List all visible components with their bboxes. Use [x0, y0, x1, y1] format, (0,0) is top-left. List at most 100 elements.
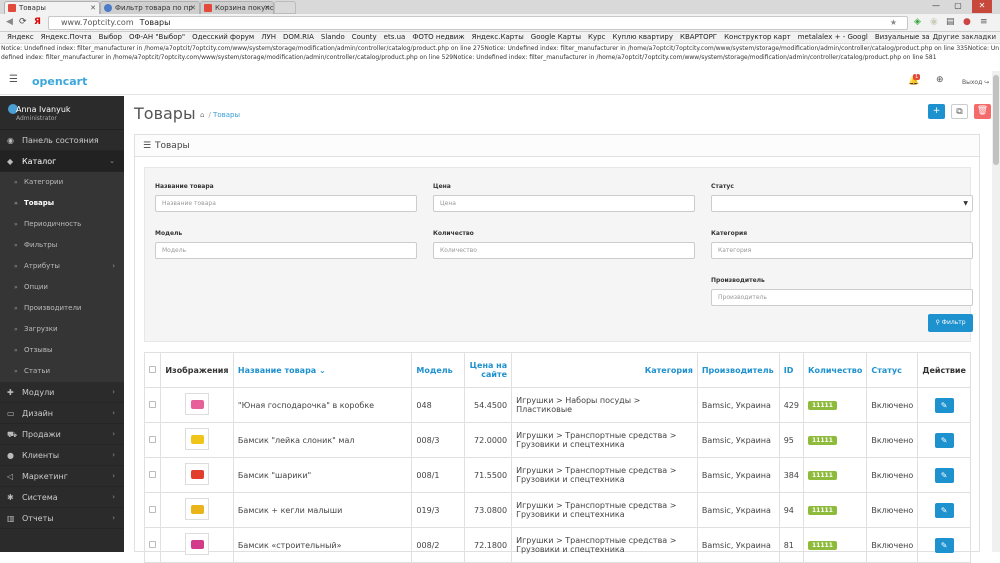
bookmark-item[interactable]: County: [352, 32, 377, 43]
sidebar-item-articles[interactable]: » Статьи: [0, 361, 124, 382]
extension-icon[interactable]: ◉: [930, 17, 938, 27]
col-price[interactable]: Цена на сайте: [463, 352, 513, 388]
sidebar-item-recurring[interactable]: » Периодичность: [0, 214, 124, 235]
sidebar-item-marketing[interactable]: ◁ Маркетинг ›: [0, 466, 124, 487]
close-tab-icon[interactable]: ✕: [190, 2, 196, 14]
bookmark-item[interactable]: Куплю квартиру: [612, 32, 673, 43]
tab-favicon-icon: [104, 4, 112, 12]
close-tab-icon[interactable]: ✕: [264, 2, 270, 14]
bookmark-item[interactable]: КВАРТОРГ: [680, 32, 717, 43]
sidebar-item-manufacturers[interactable]: » Производители: [0, 298, 124, 319]
delete-button[interactable]: 🗑: [974, 104, 991, 119]
bookmark-item[interactable]: Яндекс: [7, 32, 34, 43]
bookmark-item[interactable]: Яндекс.Карты: [472, 32, 524, 43]
star-icon[interactable]: ★: [890, 17, 897, 29]
breadcrumb-link[interactable]: Товары: [213, 111, 240, 119]
row-checkbox[interactable]: [144, 457, 161, 493]
col-quantity[interactable]: Количество: [802, 352, 868, 388]
browser-tab[interactable]: Фильтр товара по пр ✕: [100, 1, 200, 14]
col-name[interactable]: Название товара ⌄: [232, 352, 413, 388]
browser-tab[interactable]: Товары ✕: [4, 1, 100, 14]
menu-toggle-icon[interactable]: ☰: [9, 74, 18, 85]
bookmark-item[interactable]: Google Карты: [531, 32, 581, 43]
filter-qty-input[interactable]: Количество: [433, 242, 695, 259]
sidebar-item-categories[interactable]: » Категории: [0, 172, 124, 193]
other-bookmarks[interactable]: Другие закладки: [928, 32, 996, 43]
row-checkbox[interactable]: [144, 527, 161, 563]
filter-status-select[interactable]: ▼: [711, 195, 973, 212]
filter-name-input[interactable]: Название товара: [155, 195, 417, 212]
filter-price-input[interactable]: Цена: [433, 195, 695, 212]
globe-icon[interactable]: ⊕: [936, 75, 944, 85]
browser-tab[interactable]: Корзина покупок ✕: [200, 1, 274, 14]
bookmark-item[interactable]: ets.ua: [384, 32, 406, 43]
sidebar-item-attributes[interactable]: » Атрибуты ›: [0, 256, 124, 277]
bookmark-item[interactable]: Конструктор карт: [724, 32, 791, 43]
add-button[interactable]: +: [928, 104, 945, 119]
col-id[interactable]: ID: [778, 352, 805, 388]
sidebar-item-products[interactable]: » Товары: [0, 193, 124, 214]
bookmark-item[interactable]: ФОТО недвиж: [412, 32, 464, 43]
reload-icon[interactable]: ⟳: [19, 17, 27, 27]
product-name: Бамсик «строительный»: [232, 527, 413, 563]
sidebar-item-reviews[interactable]: » Отзывы: [0, 340, 124, 361]
filter-manufacturer-input[interactable]: Производитель: [711, 289, 973, 306]
sidebar-item-design[interactable]: ▭ Дизайн ›: [0, 403, 124, 424]
edit-button[interactable]: ✎: [934, 432, 954, 448]
col-status[interactable]: Статус: [866, 352, 919, 388]
opencart-logo[interactable]: opencart: [32, 75, 87, 88]
menu-icon[interactable]: ≡: [980, 17, 988, 27]
bookmark-item[interactable]: Одесский форум: [192, 32, 254, 43]
scrollbar-thumb[interactable]: [993, 75, 999, 165]
bookmark-item[interactable]: metalalex + - Googl: [798, 32, 868, 43]
col-model[interactable]: Модель: [411, 352, 465, 388]
edit-button[interactable]: ✎: [934, 467, 954, 483]
logout-link[interactable]: Выход ↪: [962, 79, 989, 86]
back-icon[interactable]: ◀: [6, 17, 13, 27]
bookmark-item[interactable]: Курс: [588, 32, 605, 43]
filter-category-input[interactable]: Категория: [711, 242, 973, 259]
sidebar-item-system[interactable]: ✱ Система ›: [0, 487, 124, 508]
product-price: 73.0800: [463, 492, 513, 528]
maximize-icon[interactable]: ▢: [948, 0, 968, 13]
shield-icon[interactable]: ◈: [914, 17, 921, 27]
row-checkbox[interactable]: [144, 492, 161, 528]
sidebar-item-options[interactable]: » Опции: [0, 277, 124, 298]
select-all-checkbox[interactable]: [144, 352, 161, 388]
filter-button[interactable]: ⚲ Фильтр: [928, 314, 973, 332]
new-tab-button[interactable]: [274, 1, 296, 14]
bookmark-item[interactable]: ОФ-АН "Выбор": [129, 32, 185, 43]
edit-button[interactable]: ✎: [934, 537, 954, 553]
col-category[interactable]: Категория: [511, 352, 698, 388]
sidebar-item-customers[interactable]: ● Клиенты ›: [0, 445, 124, 466]
bookmark-item[interactable]: ЛУН: [261, 32, 276, 43]
sidebar-item-downloads[interactable]: » Загрузки: [0, 319, 124, 340]
sidebar-item-dashboard[interactable]: ◉ Панель состояния: [0, 130, 124, 151]
row-checkbox[interactable]: [144, 387, 161, 423]
sidebar-item-filters[interactable]: » Фильтры: [0, 235, 124, 256]
download-icon[interactable]: ▤: [946, 17, 955, 27]
bookmark-item[interactable]: DOM.RIA: [283, 32, 314, 43]
home-icon[interactable]: ⌂: [200, 111, 204, 119]
close-window-icon[interactable]: ✕: [972, 0, 992, 13]
url-input[interactable]: www.7optcity.com Товары ★: [48, 16, 908, 30]
col-manufacturer[interactable]: Производитель: [696, 352, 780, 388]
edit-button[interactable]: ✎: [934, 397, 954, 413]
bookmark-item[interactable]: Выбор: [99, 32, 122, 43]
sidebar-item-modules[interactable]: ✚ Модули ›: [0, 382, 124, 403]
close-tab-icon[interactable]: ✕: [90, 2, 96, 14]
minimize-icon[interactable]: —: [926, 0, 946, 13]
copy-button[interactable]: ⧉: [951, 104, 968, 119]
sidebar-item-reports[interactable]: ▥ Отчеты ›: [0, 508, 124, 529]
extension-red-icon[interactable]: ●: [963, 17, 971, 27]
notification-badge: 1: [913, 74, 921, 80]
edit-button[interactable]: ✎: [934, 502, 954, 518]
row-checkbox[interactable]: [144, 422, 161, 458]
sidebar-item-catalog[interactable]: ◆ Каталог ⌄: [0, 151, 124, 172]
sidebar-item-sales[interactable]: ⛟ Продажи ›: [0, 424, 124, 445]
bookmark-item[interactable]: Slando: [321, 32, 345, 43]
page-scrollbar[interactable]: [992, 71, 1000, 552]
yandex-icon[interactable]: Я: [34, 17, 41, 27]
filter-model-input[interactable]: Модель: [155, 242, 417, 259]
bookmark-item[interactable]: Яндекс.Почта: [41, 32, 92, 43]
